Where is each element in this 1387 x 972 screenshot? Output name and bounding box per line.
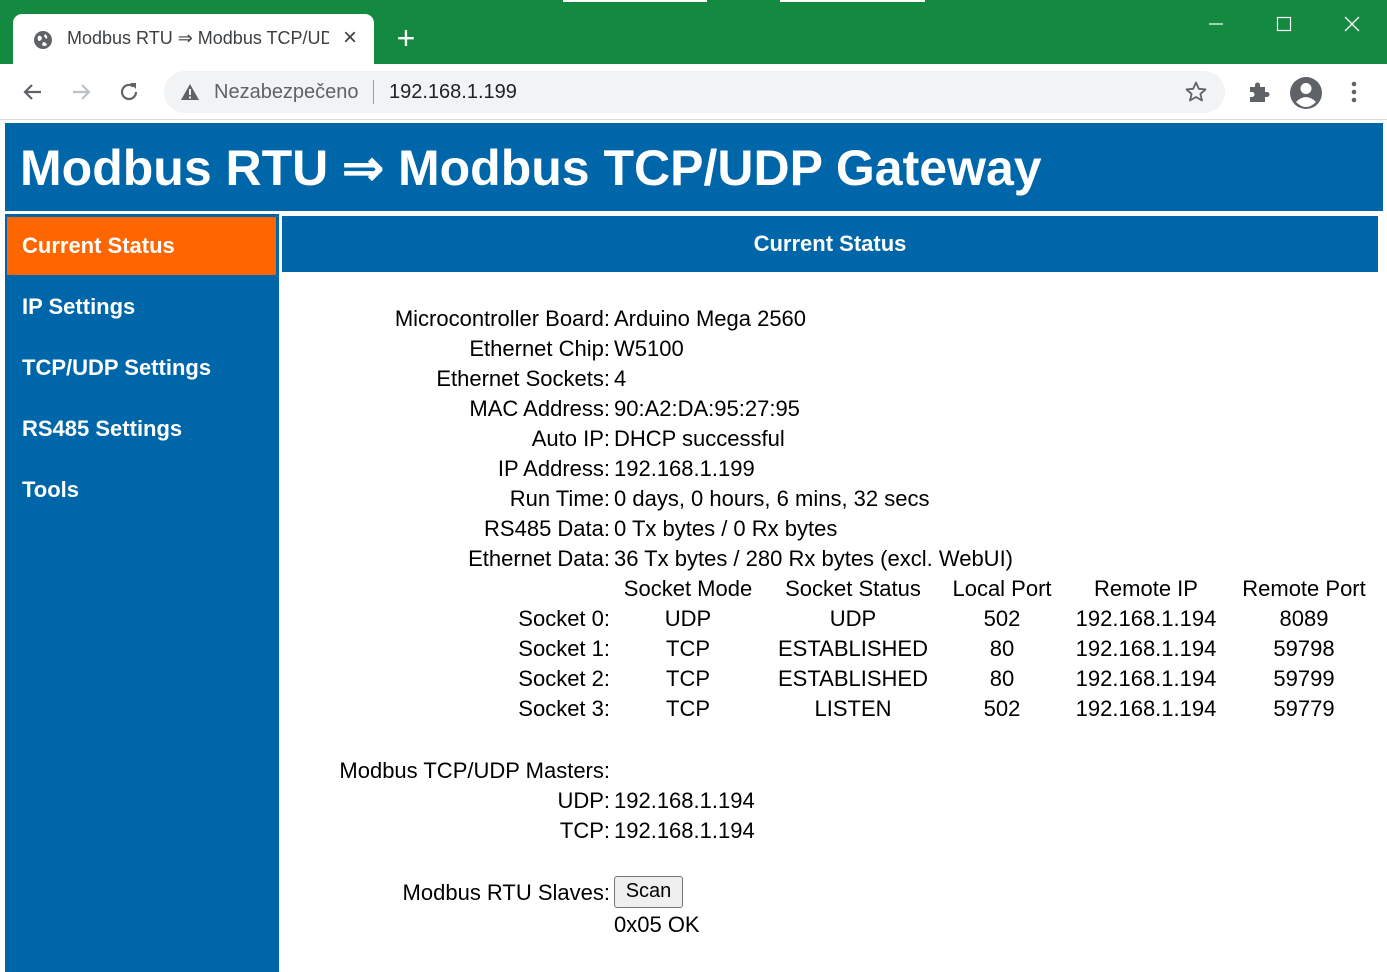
socket-row-label: Socket 2: <box>518 666 610 691</box>
status-label: Ethernet Data: <box>468 546 610 571</box>
avatar-icon <box>1290 77 1322 109</box>
maximize-button[interactable] <box>1261 8 1307 40</box>
socket-cell: 59798 <box>1273 636 1335 661</box>
socket-header-mode: Socket Mode <box>623 576 753 601</box>
socket-header-local-port: Local Port <box>952 576 1052 601</box>
socket-cell: 80 <box>989 636 1015 661</box>
profile-button[interactable] <box>1289 76 1322 109</box>
socket-cell: TCP <box>666 666 710 691</box>
socket-row-label: Socket 0: <box>518 606 610 631</box>
socket-cell: 80 <box>989 666 1015 691</box>
status-value: 0 Tx bytes / 0 Rx bytes <box>614 516 838 541</box>
masters-label: Modbus TCP/UDP Masters: <box>339 758 610 783</box>
socket-cell: 192.168.1.194 <box>1075 636 1217 661</box>
socket-cell: UDP <box>829 606 877 631</box>
address-bar[interactable]: Nezabezpečeno 192.168.1.199 <box>164 71 1225 113</box>
tab-close-icon[interactable]: × <box>339 26 361 50</box>
status-value: DHCP successful <box>614 426 785 451</box>
close-window-button[interactable] <box>1329 8 1375 40</box>
socket-cell: TCP <box>666 636 710 661</box>
status-label: MAC Address: <box>469 396 610 421</box>
socket-cell: 192.168.1.194 <box>1075 666 1217 691</box>
close-icon <box>1344 16 1360 32</box>
socket-cell: ESTABLISHED <box>778 666 928 691</box>
socket-header-remote-port: Remote Port <box>1242 576 1366 601</box>
status-label: Run Time: <box>509 486 610 511</box>
status-label: Microcontroller Board: <box>394 306 610 331</box>
url-text[interactable]: 192.168.1.199 <box>389 81 517 104</box>
puzzle-icon <box>1250 82 1270 102</box>
address-separator <box>373 80 374 104</box>
socket-cell: 59799 <box>1273 666 1335 691</box>
globe-icon <box>34 31 52 49</box>
star-icon[interactable] <box>1184 80 1208 104</box>
master-protocol-label: TCP: <box>559 818 610 843</box>
master-ip-value: 192.168.1.194 <box>614 788 755 813</box>
status-label: IP Address: <box>497 456 610 481</box>
minimize-icon <box>1209 23 1223 25</box>
insecure-label[interactable]: Nezabezpečeno <box>214 81 359 104</box>
titlebar-highlight <box>780 0 925 2</box>
status-label: RS485 Data: <box>484 516 610 541</box>
arrow-right-icon <box>73 84 91 100</box>
extensions-button[interactable] <box>1243 76 1275 108</box>
arrow-left-icon <box>23 84 41 100</box>
master-ip-value: 192.168.1.194 <box>614 818 755 843</box>
socket-row-label: Socket 1: <box>518 636 610 661</box>
socket-cell: ESTABLISHED <box>778 636 928 661</box>
maximize-icon <box>1276 16 1292 32</box>
reload-button[interactable] <box>113 76 145 108</box>
tab-title: Modbus RTU ⇒ Modbus TCP/UDP Gateway <box>67 28 329 48</box>
menu-button[interactable] <box>1338 76 1370 108</box>
socket-cell: 502 <box>983 606 1021 631</box>
slaves-label: Modbus RTU Slaves: <box>402 880 610 905</box>
status-value: Arduino Mega 2560 <box>614 306 807 331</box>
socket-cell: LISTEN <box>814 696 892 721</box>
socket-header-status: Socket Status <box>785 576 921 601</box>
browser-tab-active[interactable]: Modbus RTU ⇒ Modbus TCP/UDP Gateway × <box>13 14 374 64</box>
status-value: 4 <box>614 366 627 391</box>
status-value: 0 days, 0 hours, 6 mins, 32 secs <box>614 486 930 511</box>
scan-button[interactable]: Scan <box>614 876 683 908</box>
status-value: W5100 <box>614 336 684 361</box>
status-value: 36 Tx bytes / 280 Rx bytes (excl. WebUI) <box>614 546 1014 571</box>
titlebar-highlight <box>563 0 707 2</box>
socket-cell: 59779 <box>1273 696 1335 721</box>
status-label: Auto IP: <box>531 426 610 451</box>
socket-cell: 502 <box>983 696 1021 721</box>
reload-icon <box>120 83 138 101</box>
browser-titlebar: Modbus RTU ⇒ Modbus TCP/UDP Gateway × + <box>0 0 1387 64</box>
socket-cell: 192.168.1.194 <box>1075 606 1217 631</box>
kebab-menu-icon <box>1351 81 1357 103</box>
web-page: Modbus RTU ⇒ Modbus TCP/UDP Gateway Curr… <box>0 121 1387 972</box>
status-value: 192.168.1.199 <box>614 456 755 481</box>
back-button[interactable] <box>17 76 49 108</box>
slave-scan-result: 0x05 OK <box>614 912 700 937</box>
socket-cell: UDP <box>664 606 712 631</box>
socket-row-label: Socket 3: <box>518 696 610 721</box>
status-label: Ethernet Sockets: <box>436 366 610 391</box>
browser-toolbar: Nezabezpečeno 192.168.1.199 <box>0 64 1387 120</box>
forward-button[interactable] <box>65 76 97 108</box>
socket-header-remote-ip: Remote IP <box>1094 576 1198 601</box>
minimize-button[interactable] <box>1193 8 1239 40</box>
socket-cell: 8089 <box>1279 606 1329 631</box>
status-label: Ethernet Chip: <box>469 336 610 361</box>
new-tab-button[interactable]: + <box>392 22 420 54</box>
warning-icon <box>181 84 199 100</box>
master-protocol-label: UDP: <box>557 788 610 813</box>
status-value: 90:A2:DA:95:27:95 <box>614 396 800 421</box>
socket-cell: 192.168.1.194 <box>1075 696 1217 721</box>
socket-cell: TCP <box>666 696 710 721</box>
status-panel: Microcontroller Board: Arduino Mega 2560… <box>0 121 1387 972</box>
